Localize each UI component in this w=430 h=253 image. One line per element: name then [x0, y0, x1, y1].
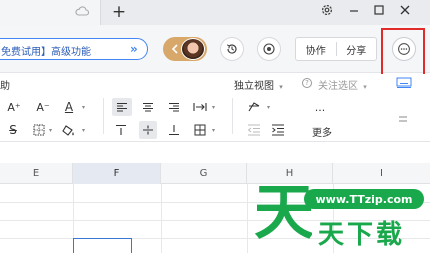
increase-indent-button[interactable]: [269, 121, 287, 139]
promo-banner[interactable]: 免费试用】高级功能 »: [0, 38, 148, 60]
assistant-label[interactable]: 助: [0, 77, 10, 92]
border-icon: [33, 124, 45, 136]
double-chevron-right-icon: »: [130, 42, 138, 56]
font-color-button[interactable]: A: [60, 97, 78, 117]
chevron-down-icon[interactable]: ▾: [49, 127, 52, 134]
avatar[interactable]: [181, 38, 205, 60]
chevron-down-icon[interactable]: ▾: [212, 104, 215, 111]
text-direction-button[interactable]: [245, 98, 263, 116]
play-icon: [263, 43, 275, 55]
font-grow-button[interactable]: A⁺: [5, 98, 23, 116]
focus-selection-toggle[interactable]: 关注选区 ▾: [318, 77, 367, 92]
font-shrink-button[interactable]: A⁻: [34, 98, 52, 116]
new-tab-button[interactable]: +: [110, 2, 128, 22]
merge-cells-button[interactable]: [191, 121, 209, 139]
align-middle-icon: [143, 125, 153, 135]
indent-button[interactable]: [191, 98, 209, 116]
chevron-down-icon[interactable]: ▾: [267, 104, 270, 111]
svg-text:天: 天: [254, 178, 312, 247]
align-bottom-button[interactable]: [165, 121, 183, 139]
text-direction-icon: [248, 102, 260, 112]
align-center-icon: [143, 102, 153, 112]
chevron-down-icon: ▾: [279, 83, 283, 91]
chevron-left-icon: [170, 43, 180, 55]
merge-cells-icon: [194, 124, 206, 136]
selected-cell[interactable]: [73, 238, 132, 253]
column-header[interactable]: I: [333, 163, 430, 184]
focus-selection-label: 关注选区: [318, 81, 358, 92]
align-center-button[interactable]: [139, 98, 157, 116]
divider: [232, 98, 233, 134]
chevron-down-icon: ▾: [363, 83, 367, 91]
column-header[interactable]: G: [161, 163, 247, 184]
align-left-button[interactable]: [112, 98, 132, 116]
indent-icon: [193, 103, 207, 111]
column-header[interactable]: E: [0, 163, 73, 184]
align-right-button[interactable]: [165, 98, 183, 116]
cloud-icon: [75, 5, 89, 17]
align-middle-button[interactable]: [139, 121, 157, 139]
decrease-indent-button[interactable]: [245, 121, 263, 139]
column-header[interactable]: F: [73, 163, 161, 184]
maximize-button[interactable]: [370, 1, 388, 19]
history-button[interactable]: [220, 37, 244, 61]
fill-color-button[interactable]: [60, 121, 78, 139]
view-mode-select[interactable]: 独立视图 ▾: [234, 77, 283, 92]
align-top-icon: [116, 124, 126, 135]
increase-indent-icon: [272, 124, 284, 136]
share-button[interactable]: 分享: [337, 38, 377, 60]
collapse-icon: [399, 116, 407, 122]
collab-button[interactable]: 协作: [296, 38, 336, 60]
play-button[interactable]: [257, 37, 281, 61]
help-icon[interactable]: ?: [302, 78, 312, 88]
promo-text: 免费试用】高级功能: [1, 47, 91, 58]
watermark-logo: 天: [252, 175, 312, 247]
align-right-icon: [169, 102, 179, 112]
chevron-down-icon[interactable]: ▾: [82, 104, 85, 111]
watermark-url: www.TTzip.com: [304, 189, 424, 209]
chevron-down-icon[interactable]: ▾: [82, 127, 85, 134]
strikethrough-button[interactable]: S: [5, 121, 21, 139]
border-button[interactable]: [30, 121, 48, 139]
grid-line: [247, 184, 248, 253]
divider: [103, 98, 104, 134]
strike-letter: S: [9, 123, 17, 137]
align-bottom-icon: [169, 125, 179, 136]
font-color-letter: A: [64, 100, 74, 114]
more-tools-button[interactable]: 更多: [312, 124, 332, 139]
history-icon: [226, 44, 237, 54]
close-button[interactable]: [396, 1, 414, 19]
keyboard-icon[interactable]: [396, 77, 412, 88]
grid-line: [161, 184, 162, 253]
align-left-icon: [117, 102, 127, 112]
settings-icon[interactable]: [318, 1, 336, 19]
overflow-button[interactable]: ...: [312, 100, 328, 114]
chevron-down-icon[interactable]: ▾: [212, 127, 215, 134]
paint-bucket-icon: [62, 124, 74, 136]
view-mode-label: 独立视图: [234, 81, 274, 92]
align-top-button[interactable]: [112, 121, 130, 139]
minimize-button[interactable]: [345, 1, 363, 19]
watermark-text: 天下载: [318, 220, 406, 250]
collapse-toolbar-button[interactable]: [396, 112, 410, 126]
collab-share-group: 协作 分享: [295, 37, 377, 61]
decrease-indent-icon: [247, 124, 260, 136]
